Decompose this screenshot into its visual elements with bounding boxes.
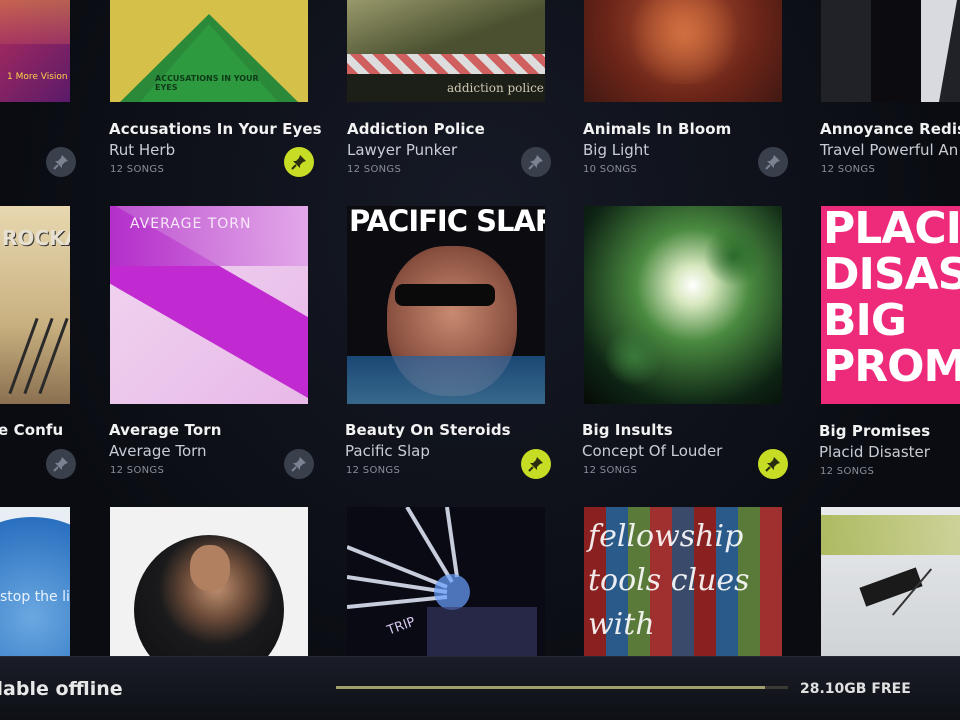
pushpin-icon xyxy=(291,155,306,170)
song-count: 12 SONGS xyxy=(821,164,876,175)
album-title: Average Torn xyxy=(109,421,222,439)
cover-text: AVERAGE TORN xyxy=(130,216,252,232)
album-cover[interactable]: PLACID DISASTER BIG PROMISES xyxy=(821,206,960,404)
pushpin-icon xyxy=(291,457,306,472)
album-cover[interactable]: PACIFIC SLAP xyxy=(347,206,545,404)
album-cover[interactable] xyxy=(584,206,782,404)
music-library-screen: 1 More Vision ACCUSATIONS IN YOUR EYES A… xyxy=(0,0,960,720)
album-artist: Travel Powerful An xyxy=(820,141,959,159)
album-artist: Concept Of Louder xyxy=(582,442,723,460)
song-count: 12 SONGS xyxy=(110,465,165,476)
pushpin-icon xyxy=(53,155,68,170)
song-count: 12 SONGS xyxy=(820,466,875,477)
album-title: Addiction Police xyxy=(347,120,485,138)
cover-text: fellowship tools clues with xyxy=(588,519,750,642)
album-artist: Placid Disaster xyxy=(819,443,930,461)
album-title: Annoyance Redisc xyxy=(820,120,960,138)
pin-button[interactable] xyxy=(758,449,788,479)
pin-button[interactable] xyxy=(284,449,314,479)
album-artist: Pacific Slap xyxy=(345,442,430,460)
song-count: 10 SONGS xyxy=(583,164,638,175)
pushpin-icon xyxy=(528,155,543,170)
cover-text: PLACID DISASTER BIG PROMISES xyxy=(823,206,960,392)
album-title: Beauty On Steroids xyxy=(345,421,511,439)
cover-text: PACIFIC SLAP xyxy=(349,206,545,238)
album-cover[interactable]: AVERAGE TORN xyxy=(110,206,308,404)
pin-button[interactable] xyxy=(521,147,551,177)
album-cover[interactable] xyxy=(584,0,782,102)
album-artist: Lawyer Punker xyxy=(347,141,458,159)
pin-button[interactable] xyxy=(284,147,314,177)
pushpin-icon xyxy=(765,155,780,170)
cover-text: 1 More Vision xyxy=(7,72,68,82)
cover-text: ACCUSATIONS IN YOUR EYES xyxy=(155,74,259,92)
pushpin-icon xyxy=(765,457,780,472)
album-cover[interactable]: ROCKADE xyxy=(0,206,70,404)
song-count: 12 SONGS xyxy=(347,164,402,175)
cover-text: addiction police xyxy=(447,81,544,95)
album-artist: Big Light xyxy=(583,141,650,159)
album-cover[interactable] xyxy=(821,0,960,102)
album-title: Accusations In Your Eyes xyxy=(109,120,322,138)
song-count: 12 SONGS xyxy=(346,465,401,476)
pin-button[interactable] xyxy=(46,147,76,177)
album-title: Big Promises xyxy=(819,422,931,440)
pin-button[interactable] xyxy=(46,449,76,479)
song-count: 12 SONGS xyxy=(110,164,165,175)
pushpin-icon xyxy=(53,457,68,472)
album-title: e Confu xyxy=(0,421,64,439)
song-count: 12 SONGS xyxy=(583,465,638,476)
album-cover[interactable]: ACCUSATIONS IN YOUR EYES xyxy=(110,0,308,102)
storage-usage-bar xyxy=(336,686,788,689)
album-cover[interactable]: 1 More Vision xyxy=(0,0,70,102)
pin-button[interactable] xyxy=(521,449,551,479)
cover-text: ROCKADE xyxy=(2,226,70,250)
album-title: Big Insults xyxy=(582,421,673,439)
storage-free-label: 28.10GB FREE xyxy=(800,681,911,697)
cover-text: stop the lie xyxy=(0,589,70,605)
available-offline-label[interactable]: ilable offline xyxy=(0,678,123,700)
album-artist: Rut Herb xyxy=(109,141,176,159)
pushpin-icon xyxy=(528,457,543,472)
pin-button[interactable] xyxy=(758,147,788,177)
album-cover[interactable]: addiction police xyxy=(347,0,545,102)
storage-usage-fill xyxy=(336,686,766,689)
album-title: Animals In Bloom xyxy=(583,120,732,138)
album-artist: Average Torn xyxy=(109,442,207,460)
